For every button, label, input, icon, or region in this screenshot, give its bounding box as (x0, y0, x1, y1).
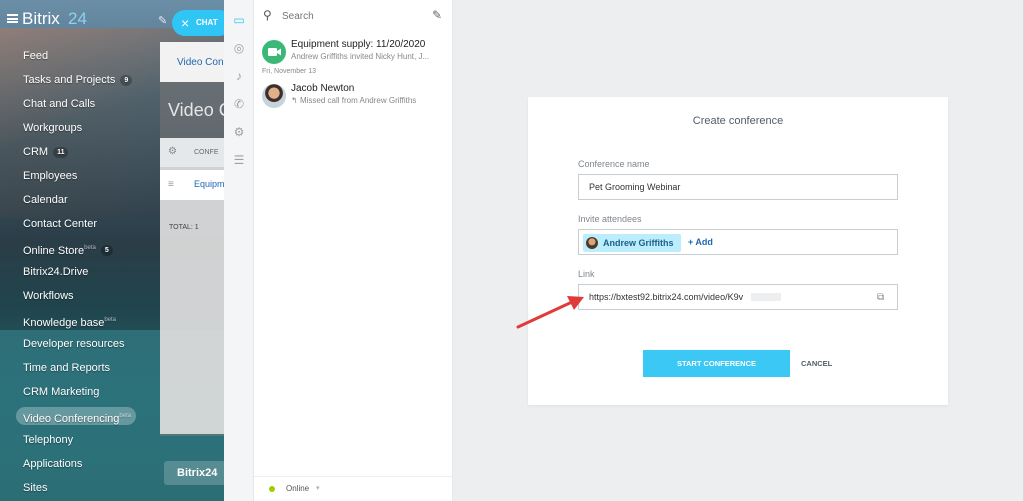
phone-icon[interactable]: ✆ (232, 97, 246, 111)
sidebar-item-label: Video Conferencing (23, 412, 120, 425)
status-label[interactable]: Online (286, 484, 309, 493)
sidebar-item-label: Time and Reports (23, 362, 111, 374)
list-item[interactable]: Jacob Newton ↰ Missed call from Andrew G… (254, 80, 453, 112)
chat-name: Jacob Newton (291, 83, 355, 94)
red-arrow-annotation (516, 296, 584, 329)
sidebar-item-label: Sites (23, 482, 48, 494)
table-header: ⚙ CONFE (160, 138, 224, 168)
cancel-button[interactable]: CANCEL (801, 359, 832, 368)
chat-preview: ↰ Missed call from Andrew Griffiths (291, 96, 449, 105)
online-status-icon (269, 486, 275, 492)
sidebar-item-label: Chat and Calls (23, 98, 96, 110)
page-title: Video C (168, 100, 232, 120)
sidebar-item-label: Developer resources (23, 338, 125, 350)
row-label[interactable]: Equipm (194, 179, 225, 189)
count-badge: 9 (120, 74, 133, 86)
link-label: Link (578, 269, 595, 279)
beta-tag: beta (84, 245, 96, 251)
count-badge: 11 (53, 146, 69, 158)
list-item[interactable]: Equipment supply: 11/20/2020 Andrew Grif… (254, 36, 453, 68)
beta-tag: beta (119, 413, 132, 419)
create-conference-dialog: Create conference Conference name Pet Gr… (528, 97, 948, 405)
attendee-chip[interactable]: Andrew Griffiths (583, 234, 681, 252)
sidebar-item-label: Workflows (23, 290, 74, 302)
link-field[interactable]: https://bxtest92.bitrix24.com/video/K9v … (578, 284, 898, 310)
sidebar-item-label: CRM Marketing (23, 386, 100, 398)
notification-bell-icon[interactable]: ♪ (232, 69, 246, 83)
sidebar-item-label: Online Store (23, 244, 85, 257)
sidebar-item-label: CRM (23, 146, 49, 158)
date-divider: Fri, November 13 (262, 68, 317, 75)
link-value: https://bxtest92.bitrix24.com/video/K9v (589, 292, 744, 302)
bitrix24-button[interactable]: Bitrix24 (164, 461, 226, 485)
redacted-text (751, 293, 781, 301)
sidebar-item-label: Applications (23, 458, 83, 470)
chat-button-label: CHAT (196, 18, 218, 27)
sidebar-item-label: Employees (23, 170, 78, 182)
chat-preview-text: Missed call from Andrew Griffiths (299, 96, 417, 105)
attendee-avatar (586, 237, 598, 249)
table-header-label: CONFE (194, 149, 219, 156)
sidebar-item-label: Bitrix24.Drive (23, 266, 89, 278)
missed-call-icon: ↰ (291, 96, 300, 105)
conference-name-input[interactable]: Pet Grooming Webinar (578, 174, 898, 200)
dialog-title: Create conference (692, 115, 784, 127)
gear-icon[interactable]: ⚙ (168, 146, 177, 157)
page-card-label: Video Con (177, 57, 224, 68)
count-badge: 5 (100, 245, 113, 257)
sidebar-item-label: Workgroups (23, 122, 83, 134)
page-card: Video Con (160, 42, 224, 82)
recent-chats-panel: ⚲ ✎ Equipment supply: 11/20/2020 Andrew … (254, 0, 453, 501)
sidebar-item-label: Knowledge base (23, 316, 105, 329)
beta-tag: beta (104, 317, 117, 323)
table-total: TOTAL: 1 (169, 224, 199, 231)
sidebar-item-label: Calendar (23, 194, 68, 206)
chat-name: Equipment supply: 11/20/2020 (291, 39, 426, 50)
attendee-name: Andrew Griffiths (603, 238, 674, 248)
add-attendee-button[interactable]: + Add (688, 237, 713, 247)
avatar (262, 84, 286, 108)
notes-icon[interactable]: ☰ (232, 153, 246, 167)
conference-name-value: Pet Grooming Webinar (589, 182, 681, 192)
invite-attendees-label: Invite attendees (578, 214, 642, 224)
table-row[interactable]: ≡ Equipm (160, 170, 225, 200)
menu-icon[interactable] (7, 14, 18, 23)
conference-name-label: Conference name (578, 159, 650, 169)
search-icon: ⚲ (263, 8, 272, 22)
copy-icon[interactable]: ⧉ (877, 292, 884, 303)
openlines-icon[interactable]: ◎ (232, 41, 246, 55)
chevron-down-icon[interactable]: ▾ (316, 484, 320, 492)
close-icon: × (181, 15, 190, 31)
compose-icon[interactable]: ✎ (432, 8, 442, 22)
sidebar-item-label: Telephony (23, 434, 74, 446)
logo-suffix: 24 (68, 9, 87, 28)
sidebar-item-label: Feed (23, 50, 49, 62)
search-input[interactable] (282, 8, 422, 24)
start-conference-button[interactable]: START CONFERENCE (643, 350, 790, 377)
chat-icon[interactable]: ▭ (232, 13, 246, 27)
status-bar[interactable]: Online ▾ (254, 476, 453, 501)
messenger-icon-bar: ▭ ◎ ♪ ✆ ⚙ ☰ (224, 0, 254, 501)
close-chat-button[interactable]: × CHAT (172, 10, 232, 36)
chat-preview: Andrew Griffiths invited Nicky Hunt, J..… (291, 52, 430, 61)
logo[interactable]: Bitrix (22, 9, 60, 29)
attendees-field[interactable]: Andrew Griffiths + Add (578, 229, 898, 255)
sidebar-item-label: Contact Center (23, 218, 97, 230)
video-chat-avatar (262, 40, 286, 64)
row-menu-icon[interactable]: ≡ (168, 179, 174, 190)
edit-menu-icon[interactable]: ✎ (158, 14, 167, 27)
settings-icon[interactable]: ⚙ (232, 125, 246, 139)
sidebar-item-label: Tasks and Projects (23, 74, 116, 86)
